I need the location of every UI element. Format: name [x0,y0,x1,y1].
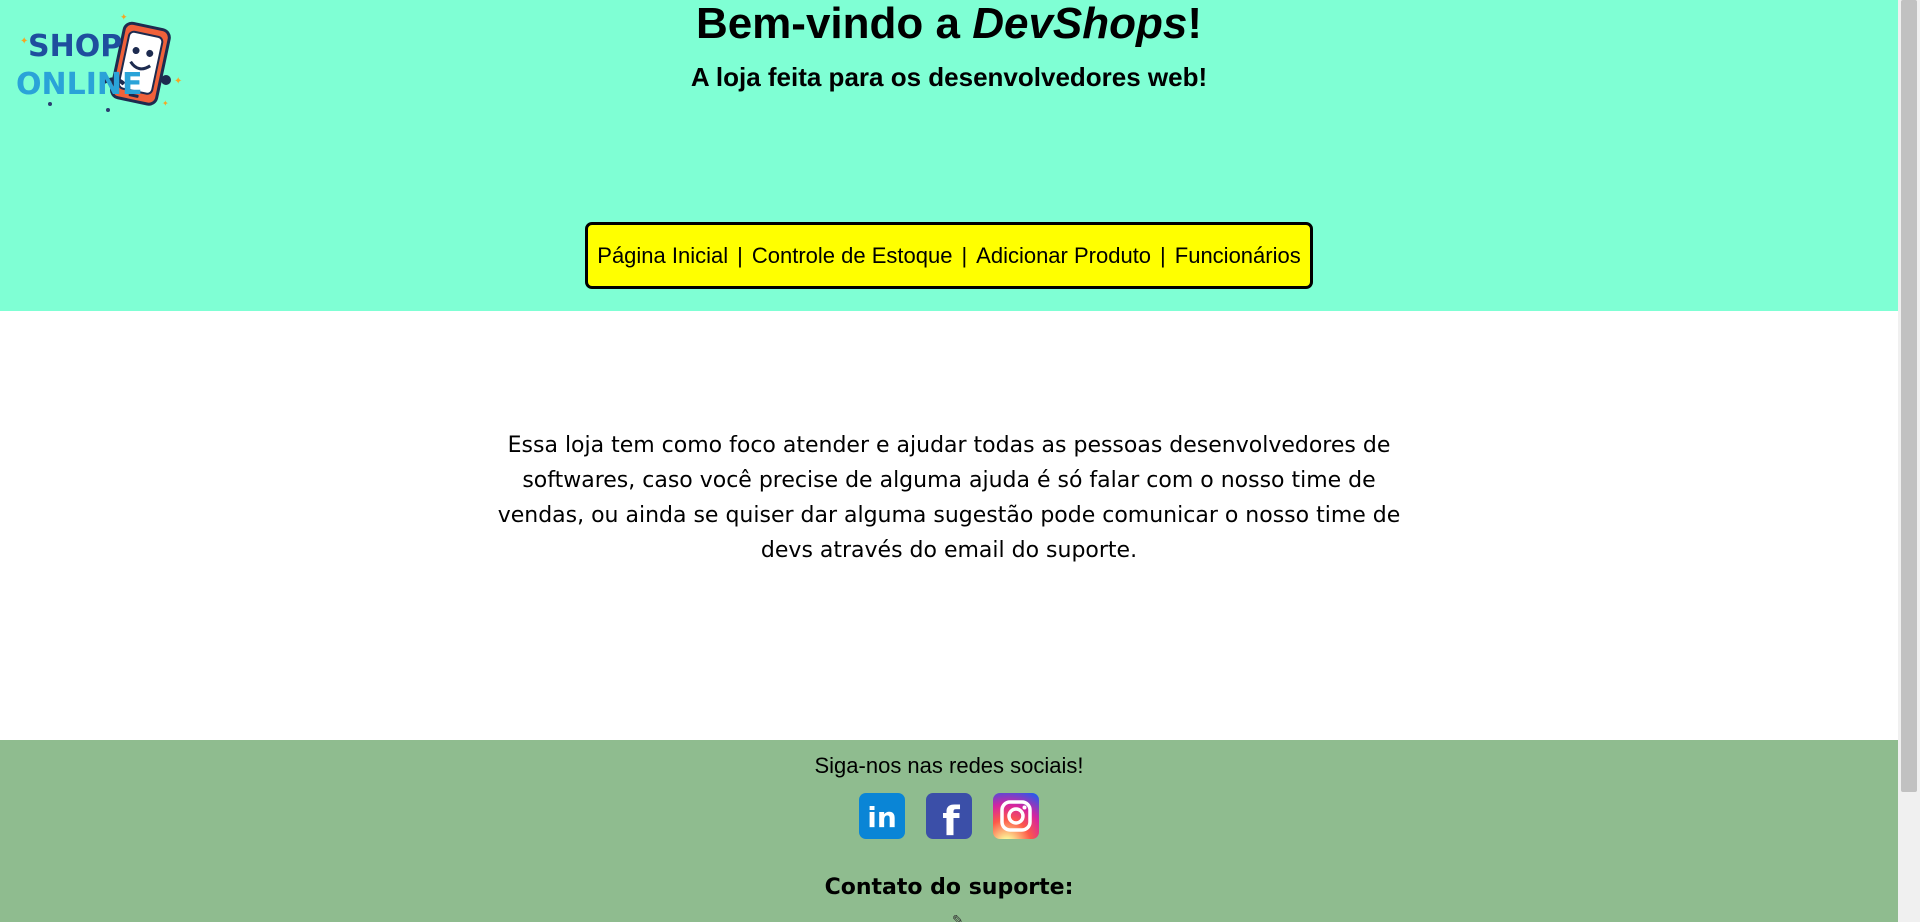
nav-separator: | [1160,242,1166,268]
nav-link-home[interactable]: Página Inicial [597,243,728,269]
intro-paragraph: Essa loja tem como foco atender e ajudar… [497,433,1401,563]
vertical-scrollbar[interactable] [1898,0,1920,922]
follow-us-text: Siga-nos nas redes sociais! [814,753,1084,778]
social-links: in f [859,793,1041,839]
title-brand: DevShops [972,0,1188,48]
main-nav: Página Inicial | Controle de Estoque | A… [585,222,1313,289]
facebook-glyph: f [942,799,960,839]
pen-icon: ✎ [952,912,964,922]
page-title: Bem-vindo a DevShops! [0,0,1898,48]
instagram-icon[interactable] [993,793,1039,839]
support-contact-label: Contato do suporte: [824,875,1074,900]
nav-link-add-product[interactable]: Adicionar Produto [976,243,1151,269]
nav-separator: | [961,242,968,268]
page-subtitle: A loja feita para os desenvolvedores web… [690,62,1208,92]
facebook-icon[interactable]: f [926,793,972,839]
svg-text:✦: ✦ [162,99,169,108]
header: ✦ ✦ ✦ ✦ SHOP ONLINE Bem-vindo a DevShops… [0,0,1898,311]
scrollbar-thumb[interactable] [1901,0,1917,792]
linkedin-glyph: in [867,801,897,834]
nav-link-stock[interactable]: Controle de Estoque [752,243,953,269]
title-suffix: ! [1187,0,1203,48]
nav-link-employees[interactable]: Funcionários [1175,243,1301,269]
nav-separator: | [737,242,743,268]
linkedin-icon[interactable]: in [859,793,905,839]
title-prefix: Bem-vindo a [695,0,973,48]
page: ✦ ✦ ✦ ✦ SHOP ONLINE Bem-vindo a DevShops… [0,0,1898,922]
